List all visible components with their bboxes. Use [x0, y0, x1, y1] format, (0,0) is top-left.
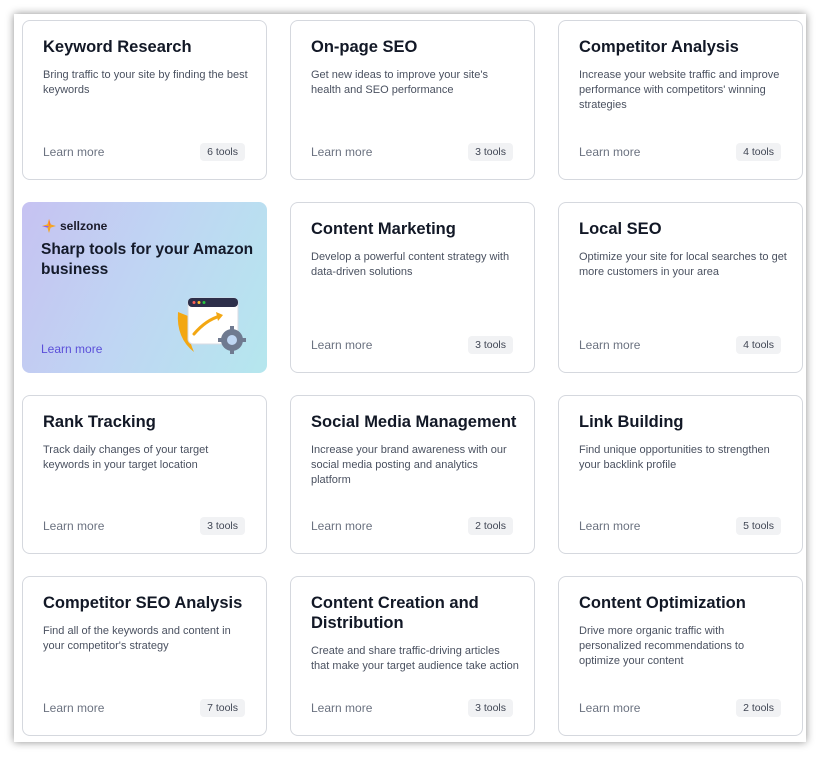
tools-count-badge: 2 tools	[736, 699, 781, 717]
sellzone-promo-card[interactable]: sellzone Sharp tools for your Amazon bus…	[22, 202, 267, 373]
sellzone-star-icon	[42, 219, 56, 233]
card-title: On-page SEO	[311, 38, 418, 56]
card-title: Content Marketing	[311, 220, 456, 238]
card-on-page-seo[interactable]: On-page SEO Get new ideas to improve you…	[290, 20, 535, 180]
learn-more-link[interactable]: Learn more	[579, 519, 640, 533]
card-competitor-analysis[interactable]: Competitor Analysis Increase your websit…	[558, 20, 803, 180]
tools-count-badge: 4 tools	[736, 336, 781, 354]
card-description: Bring traffic to your site by finding th…	[43, 69, 248, 96]
tools-grid: Keyword Research Bring traffic to your s…	[22, 20, 803, 736]
card-title: Competitor Analysis	[579, 38, 739, 56]
card-title: Competitor SEO Analysis	[43, 594, 243, 612]
card-description: Track daily changes of your target keywo…	[43, 444, 209, 471]
card-title: Content Optimization	[579, 594, 746, 612]
tools-count-badge: 4 tools	[736, 143, 781, 161]
tools-count-badge: 5 tools	[736, 517, 781, 535]
sellzone-brand-name: sellzone	[60, 219, 108, 233]
card-title: Keyword Research	[43, 38, 192, 56]
card-title: Rank Tracking	[43, 413, 156, 431]
learn-more-link[interactable]: Learn more	[579, 338, 640, 352]
amazon-tools-illustration-icon	[177, 297, 246, 354]
card-description: Create and share traffic-driving article…	[311, 645, 519, 672]
card-description: Optimize your site for local searches to…	[579, 251, 787, 278]
card-description: Develop a powerful content strategy with…	[311, 251, 510, 278]
learn-more-link[interactable]: Learn more	[311, 145, 372, 159]
card-title: Content Creation and Distribution	[311, 594, 479, 632]
sellzone-logo: sellzone	[42, 219, 107, 233]
tools-count-badge: 3 tools	[468, 336, 513, 354]
learn-more-link[interactable]: Learn more	[311, 338, 372, 352]
learn-more-link[interactable]: Learn more	[311, 701, 372, 715]
card-description: Increase your website traffic and improv…	[579, 69, 780, 111]
learn-more-link[interactable]: Learn more	[311, 519, 372, 533]
card-link-building[interactable]: Link Building Find unique opportunities …	[558, 395, 803, 554]
card-title: Local SEO	[579, 220, 662, 238]
card-rank-tracking[interactable]: Rank Tracking Track daily changes of you…	[22, 395, 267, 554]
learn-more-link[interactable]: Learn more	[43, 701, 104, 715]
tools-count-badge: 6 tools	[200, 143, 245, 161]
card-title: Link Building	[579, 413, 684, 431]
card-content-creation-and-distribution[interactable]: Content Creation and Distribution Create…	[290, 576, 535, 736]
tools-count-badge: 2 tools	[468, 517, 513, 535]
learn-more-link[interactable]: Learn more	[43, 145, 104, 159]
tools-count-badge: 3 tools	[200, 517, 245, 535]
tools-count-badge: 7 tools	[200, 699, 245, 717]
learn-more-link[interactable]: Learn more	[579, 701, 640, 715]
card-description: Find unique opportunities to strengthen …	[579, 444, 770, 471]
card-description: Find all of the keywords and content in …	[43, 625, 231, 652]
learn-more-link[interactable]: Learn more	[579, 145, 640, 159]
tools-count-badge: 3 tools	[468, 143, 513, 161]
card-content-optimization[interactable]: Content Optimization Drive more organic …	[558, 576, 803, 736]
card-social-media-management[interactable]: Social Media Management Increase your br…	[290, 395, 535, 554]
card-description: Increase your brand awareness with our s…	[311, 444, 507, 486]
promo-learn-more-link[interactable]: Learn more	[41, 342, 102, 356]
card-local-seo[interactable]: Local SEO Optimize your site for local s…	[558, 202, 803, 373]
learn-more-link[interactable]: Learn more	[43, 519, 104, 533]
tools-count-badge: 3 tools	[468, 699, 513, 717]
page-frame: Keyword Research Bring traffic to your s…	[14, 14, 806, 742]
card-description: Drive more organic traffic with personal…	[579, 625, 745, 667]
promo-title: Sharp tools for your Amazon business	[41, 241, 254, 278]
card-title: Social Media Management	[311, 413, 517, 431]
card-description: Get new ideas to improve your site's hea…	[311, 69, 488, 96]
card-keyword-research[interactable]: Keyword Research Bring traffic to your s…	[22, 20, 267, 180]
card-content-marketing[interactable]: Content Marketing Develop a powerful con…	[290, 202, 535, 373]
card-competitor-seo-analysis[interactable]: Competitor SEO Analysis Find all of the …	[22, 576, 267, 736]
